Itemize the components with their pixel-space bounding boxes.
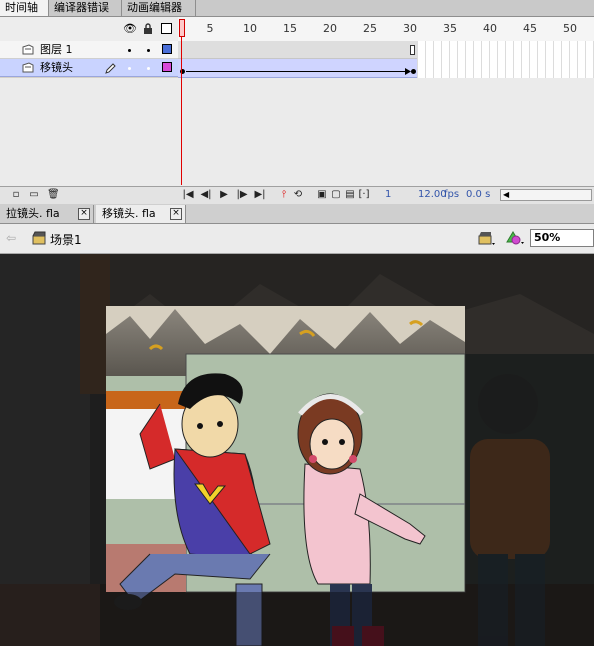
frame-number: 5 xyxy=(206,22,214,35)
frame-rate-unit: fps xyxy=(444,189,460,200)
edit-multiple-icon[interactable]: ▤ xyxy=(344,189,356,201)
stage-artwork xyxy=(0,254,594,646)
tween-arrow-head xyxy=(405,68,411,75)
layer-name: 移镜头 xyxy=(40,61,73,74)
timeline-scrollbar[interactable]: ◀ xyxy=(500,189,592,201)
frame-span-layer1[interactable] xyxy=(178,41,417,59)
timeline-toolbar: ▫ ▭ 🗑 |◀ ◀| ▶ |▶ ▶| ⫯ ⟲ ▣ ▢ ▤ [·] 1 12.0… xyxy=(0,186,594,205)
pencil-icon xyxy=(105,63,116,74)
visible-dot[interactable] xyxy=(128,49,131,52)
visible-dot[interactable] xyxy=(128,67,131,70)
layer-name: 图层 1 xyxy=(40,43,73,56)
layer-icon xyxy=(22,44,34,55)
delete-layer-icon[interactable]: 🗑 xyxy=(47,189,60,201)
first-frame-icon[interactable]: |◀ xyxy=(182,189,194,201)
play-icon[interactable]: ▶ xyxy=(218,189,230,201)
frame-number: 20 xyxy=(323,22,337,35)
document-tabs: 拉镜头. fla × 移镜头. fla × xyxy=(0,204,594,224)
current-frame: 1 xyxy=(385,189,392,200)
step-back-icon[interactable]: ◀| xyxy=(200,189,212,201)
doc-tab-label: 拉镜头. fla xyxy=(6,207,60,220)
layer-row[interactable]: 图层 1 xyxy=(0,41,178,59)
edit-scene-icon[interactable] xyxy=(478,231,496,247)
doc-tab-label: 移镜头. fla xyxy=(102,207,156,220)
lock-icon[interactable] xyxy=(142,23,154,35)
layer-row-selected[interactable]: 移镜头 xyxy=(0,59,178,77)
motion-tween-span[interactable] xyxy=(178,59,417,78)
center-frame-icon[interactable]: ⫯ xyxy=(278,189,290,201)
close-icon[interactable]: × xyxy=(78,208,90,220)
doc-tab-active[interactable]: 移镜头. fla × xyxy=(96,205,186,223)
edit-bar: ⇦ 场景1 50% xyxy=(0,224,594,254)
doc-tab[interactable]: 拉镜头. fla × xyxy=(0,205,94,223)
frames-empty-area xyxy=(178,78,594,186)
end-frame-marker xyxy=(410,45,415,55)
frame-number: 35 xyxy=(443,22,457,35)
edit-symbols-icon[interactable] xyxy=(505,230,525,246)
new-folder-icon[interactable]: ▭ xyxy=(28,189,40,201)
scene-clapper-icon xyxy=(32,231,46,245)
frame-number: 10 xyxy=(243,22,257,35)
frame-number: 30 xyxy=(403,22,417,35)
panel-tabs: 时间轴 编译器错误 动画编辑器 xyxy=(0,0,594,17)
step-forward-icon[interactable]: |▶ xyxy=(236,189,248,201)
frame-number: 15 xyxy=(283,22,297,35)
layer-icon xyxy=(22,62,34,73)
loop-icon[interactable]: ⟲ xyxy=(292,189,304,201)
back-arrow-icon[interactable]: ⇦ xyxy=(6,231,16,245)
onion-markers-icon[interactable]: [·] xyxy=(358,189,370,201)
layer-empty-area xyxy=(0,78,179,186)
outline-color-swatch[interactable] xyxy=(162,62,172,72)
end-keyframe[interactable] xyxy=(411,69,416,74)
frame-number: 25 xyxy=(363,22,377,35)
zoom-input[interactable]: 50% xyxy=(530,229,594,247)
close-icon[interactable]: × xyxy=(170,208,182,220)
outline-color-swatch[interactable] xyxy=(162,44,172,54)
tab-timeline[interactable]: 时间轴 xyxy=(0,0,49,16)
outline-icon[interactable] xyxy=(160,23,172,35)
lock-dot[interactable] xyxy=(147,49,150,52)
frame-number: 50 xyxy=(563,22,577,35)
playhead[interactable] xyxy=(179,17,185,187)
stage[interactable] xyxy=(0,254,594,646)
last-frame-icon[interactable]: ▶| xyxy=(254,189,266,201)
frame-number: 40 xyxy=(483,22,497,35)
frame-ruler[interactable]: 5 10 15 20 25 30 35 40 45 50 xyxy=(178,17,594,42)
frame-grid[interactable] xyxy=(178,41,594,78)
onion-skin-icon[interactable]: ▣ xyxy=(316,189,328,201)
scene-label[interactable]: 场景1 xyxy=(50,231,82,248)
scroll-left-icon[interactable]: ◀ xyxy=(503,190,509,199)
frame-number: 45 xyxy=(523,22,537,35)
tab-motion-editor[interactable]: 动画编辑器 xyxy=(122,0,196,16)
elapsed-time: 0.0 s xyxy=(466,189,491,200)
new-layer-icon[interactable]: ▫ xyxy=(10,189,22,201)
layer-header: 👁 xyxy=(0,17,178,42)
lock-dot[interactable] xyxy=(147,67,150,70)
tab-compiler-errors[interactable]: 编译器错误 xyxy=(49,0,122,16)
frame-rate[interactable]: 12.00 xyxy=(418,189,447,200)
tween-arrow-line xyxy=(186,71,408,72)
eye-icon[interactable]: 👁 xyxy=(123,23,137,35)
onion-outline-icon[interactable]: ▢ xyxy=(330,189,342,201)
